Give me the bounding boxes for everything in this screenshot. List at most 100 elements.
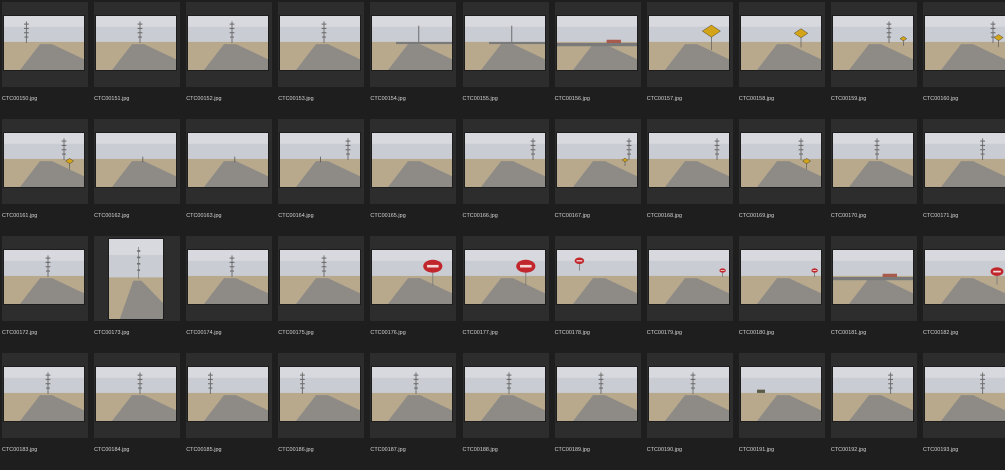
thumbnail-frame[interactable] — [2, 236, 88, 321]
thumbnail-cell[interactable]: CTC00187.jpg — [370, 353, 462, 470]
thumbnail-cell[interactable]: CTC00156.jpg — [554, 2, 647, 119]
thumbnail-frame[interactable] — [554, 119, 641, 204]
thumbnail-frame[interactable] — [94, 236, 181, 321]
thumbnail-frame[interactable] — [186, 119, 273, 204]
thumbnail-image[interactable] — [4, 367, 84, 421]
thumbnail-cell[interactable]: CTC00188.jpg — [462, 353, 555, 470]
thumbnail-image[interactable] — [372, 16, 453, 70]
thumbnail-image[interactable] — [280, 367, 361, 421]
thumbnail-image[interactable] — [832, 250, 913, 304]
thumbnail-image[interactable] — [96, 133, 177, 187]
thumbnail-cell[interactable]: CTC00150.jpg — [2, 2, 94, 119]
thumbnail-frame[interactable] — [646, 119, 733, 204]
thumbnail-frame[interactable] — [738, 236, 825, 321]
thumbnail-image[interactable] — [188, 250, 269, 304]
thumbnail-cell[interactable]: CTC00180.jpg — [738, 236, 831, 353]
thumbnail-image[interactable] — [556, 133, 637, 187]
thumbnail-frame[interactable] — [830, 2, 917, 87]
thumbnail-cell[interactable]: CTC00186.jpg — [278, 353, 370, 470]
thumbnail-cell[interactable]: CTC00162.jpg — [94, 119, 186, 236]
thumbnail-cell[interactable]: CTC00152.jpg — [186, 2, 278, 119]
thumbnail-cell[interactable]: CTC00179.jpg — [646, 236, 739, 353]
thumbnail-image[interactable] — [740, 367, 821, 421]
thumbnail-frame[interactable] — [923, 236, 1005, 321]
thumbnail-frame[interactable] — [646, 353, 733, 438]
thumbnail-cell[interactable]: CTC00172.jpg — [2, 236, 94, 353]
thumbnail-cell[interactable]: CTC00176.jpg — [370, 236, 462, 353]
thumbnail-cell[interactable]: CTC00171.jpg — [923, 119, 1005, 236]
thumbnail-cell[interactable]: CTC00161.jpg — [2, 119, 94, 236]
thumbnail-cell[interactable]: CTC00169.jpg — [738, 119, 831, 236]
thumbnail-frame[interactable] — [2, 2, 88, 87]
thumbnail-cell[interactable]: CTC00158.jpg — [738, 2, 831, 119]
thumbnail-cell[interactable]: CTC00183.jpg — [2, 353, 94, 470]
thumbnail-cell[interactable]: CTC00189.jpg — [554, 353, 647, 470]
thumbnail-frame[interactable] — [278, 236, 365, 321]
thumbnail-image[interactable] — [4, 250, 84, 304]
thumbnail-cell[interactable]: CTC00167.jpg — [554, 119, 647, 236]
thumbnail-frame[interactable] — [370, 353, 457, 438]
thumbnail-frame[interactable] — [830, 353, 917, 438]
thumbnail-frame[interactable] — [94, 2, 181, 87]
thumbnail-frame[interactable] — [738, 119, 825, 204]
thumbnail-frame[interactable] — [370, 119, 457, 204]
thumbnail-cell[interactable]: CTC00154.jpg — [370, 2, 462, 119]
thumbnail-image[interactable] — [925, 367, 1005, 421]
thumbnail-frame[interactable] — [830, 119, 917, 204]
thumbnail-frame[interactable] — [94, 353, 181, 438]
thumbnail-cell[interactable]: CTC00163.jpg — [186, 119, 278, 236]
thumbnail-image[interactable] — [556, 16, 637, 70]
thumbnail-cell[interactable]: CTC00159.jpg — [830, 2, 923, 119]
thumbnail-frame[interactable] — [2, 119, 88, 204]
thumbnail-image[interactable] — [556, 367, 637, 421]
thumbnail-frame[interactable] — [738, 353, 825, 438]
thumbnail-frame[interactable] — [186, 353, 273, 438]
thumbnail-image[interactable] — [832, 367, 913, 421]
thumbnail-cell[interactable]: CTC00165.jpg — [370, 119, 462, 236]
thumbnail-frame[interactable] — [830, 236, 917, 321]
thumbnail-cell[interactable]: CTC00173.jpg — [94, 236, 186, 353]
thumbnail-cell[interactable]: CTC00181.jpg — [830, 236, 923, 353]
thumbnail-frame[interactable] — [370, 2, 457, 87]
thumbnail-frame[interactable] — [462, 236, 549, 321]
thumbnail-image[interactable] — [925, 133, 1005, 187]
thumbnail-cell[interactable]: CTC00184.jpg — [94, 353, 186, 470]
thumbnail-image[interactable] — [648, 367, 729, 421]
thumbnail-cell[interactable]: CTC00190.jpg — [646, 353, 739, 470]
thumbnail-image[interactable] — [740, 133, 821, 187]
thumbnail-image[interactable] — [96, 16, 177, 70]
thumbnail-image[interactable] — [188, 133, 269, 187]
thumbnail-image[interactable] — [188, 367, 269, 421]
thumbnail-cell[interactable]: CTC00192.jpg — [830, 353, 923, 470]
thumbnail-cell[interactable]: CTC00178.jpg — [554, 236, 647, 353]
thumbnail-image[interactable] — [464, 16, 545, 70]
thumbnail-image[interactable] — [464, 133, 545, 187]
thumbnail-image[interactable] — [188, 16, 269, 70]
thumbnail-cell[interactable]: CTC00185.jpg — [186, 353, 278, 470]
thumbnail-image[interactable] — [280, 133, 361, 187]
thumbnail-image[interactable] — [648, 133, 729, 187]
thumbnail-image[interactable] — [832, 133, 913, 187]
thumbnail-image[interactable] — [648, 16, 729, 70]
thumbnail-image[interactable] — [4, 16, 84, 70]
thumbnail-frame[interactable] — [646, 236, 733, 321]
thumbnail-frame[interactable] — [738, 2, 825, 87]
thumbnail-cell[interactable]: CTC00155.jpg — [462, 2, 555, 119]
thumbnail-frame[interactable] — [923, 353, 1005, 438]
thumbnail-frame[interactable] — [186, 2, 273, 87]
thumbnail-frame[interactable] — [554, 353, 641, 438]
thumbnail-cell[interactable]: CTC00168.jpg — [646, 119, 739, 236]
thumbnail-cell[interactable]: CTC00153.jpg — [278, 2, 370, 119]
thumbnail-frame[interactable] — [646, 2, 733, 87]
thumbnail-frame[interactable] — [554, 236, 641, 321]
thumbnail-frame[interactable] — [2, 353, 88, 438]
thumbnail-cell[interactable]: CTC00191.jpg — [738, 353, 831, 470]
thumbnail-cell[interactable]: CTC00182.jpg — [923, 236, 1005, 353]
thumbnail-frame[interactable] — [278, 353, 365, 438]
thumbnail-image[interactable] — [4, 133, 84, 187]
thumbnail-image[interactable] — [372, 250, 453, 304]
thumbnail-frame[interactable] — [923, 119, 1005, 204]
thumbnail-frame[interactable] — [278, 2, 365, 87]
thumbnail-image[interactable] — [740, 16, 821, 70]
thumbnail-image[interactable] — [372, 367, 453, 421]
